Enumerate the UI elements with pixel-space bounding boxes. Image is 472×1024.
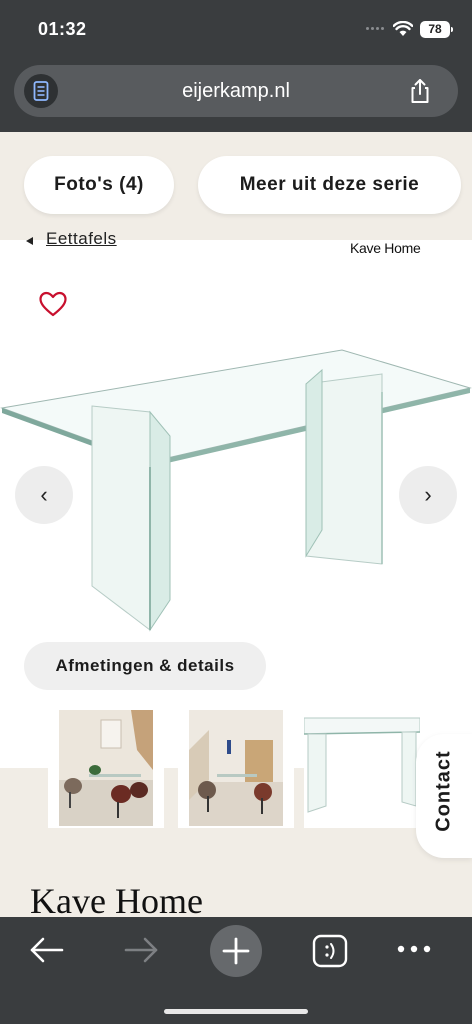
status-time: 01:32 [38, 19, 87, 39]
share-icon[interactable] [406, 77, 434, 105]
status-bar: 01:32 78 [0, 0, 472, 62]
browser-toolbar: eijerkamp.nl [0, 62, 472, 132]
product-tabs-area: Foto's (4) Meer uit deze serie [0, 132, 472, 240]
contact-label[interactable]: Contact [433, 750, 456, 831]
gallery-prev-button[interactable]: ‹ [15, 466, 73, 524]
browser-bottom-toolbar [0, 917, 472, 1024]
forward-icon[interactable] [122, 935, 160, 965]
signal-icon [366, 27, 386, 31]
brand-logo: Kave Home [350, 240, 421, 256]
new-tab-icon[interactable] [209, 924, 263, 978]
back-icon[interactable] [28, 935, 66, 965]
back-arrow-icon [26, 237, 33, 245]
battery-indicator: 78 [420, 21, 453, 38]
tabs-icon[interactable] [311, 933, 349, 969]
heart-icon[interactable] [38, 290, 68, 318]
wifi-icon [393, 21, 413, 36]
address-bar[interactable]: eijerkamp.nl [14, 65, 458, 117]
breadcrumb-link[interactable]: Eettafels [46, 229, 117, 249]
dimensions-details-button[interactable]: Afmetingen & details [24, 642, 266, 690]
thumbnail-2[interactable] [178, 704, 294, 828]
url-text: eijerkamp.nl [182, 80, 290, 102]
more-series-button[interactable]: Meer uit deze serie [198, 156, 461, 214]
photos-button[interactable]: Foto's (4) [24, 156, 174, 214]
thumbnail-1[interactable] [48, 704, 164, 828]
home-indicator [164, 1009, 308, 1014]
brand-heading: Kave Home [30, 881, 203, 921]
more-options-icon[interactable] [396, 943, 432, 955]
gallery-next-button[interactable]: › [399, 466, 457, 524]
thumbnail-3[interactable] [304, 712, 420, 828]
